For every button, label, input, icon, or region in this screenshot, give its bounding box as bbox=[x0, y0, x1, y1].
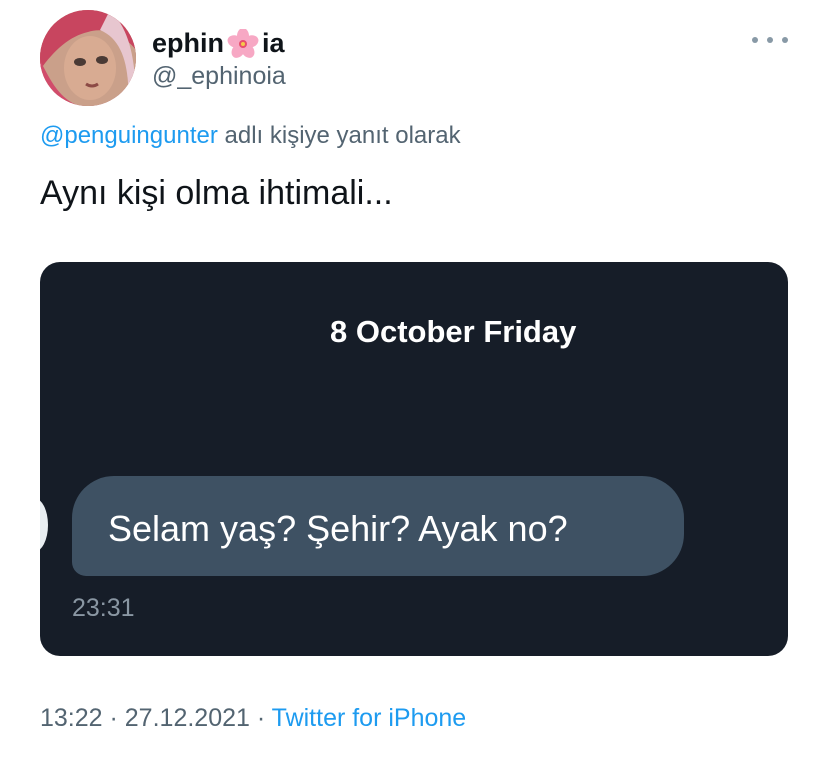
more-options-icon[interactable] bbox=[752, 30, 788, 50]
display-name-suffix: ia bbox=[262, 28, 285, 58]
reply-context: @penguingunter adlı kişiye yanıt olarak bbox=[40, 122, 461, 150]
tweet-date[interactable]: 27.12.2021 bbox=[125, 704, 250, 732]
chat-date-header: 8 October Friday bbox=[330, 314, 577, 349]
meta-separator: · bbox=[249, 704, 272, 732]
avatar[interactable] bbox=[40, 10, 136, 106]
display-name-prefix: ephin bbox=[152, 28, 224, 58]
reply-to-user-link[interactable]: @penguingunter bbox=[40, 122, 218, 149]
tweet-source-link[interactable]: Twitter for iPhone bbox=[272, 704, 467, 732]
display-name[interactable]: ephin ia bbox=[152, 27, 285, 59]
tweet-meta: 13:22 · 27.12.2021 · Twitter for iPhone bbox=[40, 704, 466, 733]
tweet-text: Aynı kişi olma ihtimali... bbox=[40, 174, 393, 212]
message-time: 23:31 bbox=[72, 594, 135, 622]
tweet-media-image[interactable]: 8 October Friday Selam yaş? Şehir? Ayak … bbox=[40, 262, 788, 656]
message-text: Selam yaş? Şehir? Ayak no? bbox=[108, 508, 568, 549]
cherry-blossom-icon bbox=[226, 27, 260, 59]
chat-avatar bbox=[40, 498, 48, 552]
user-handle[interactable]: @_ephinoia bbox=[152, 62, 286, 91]
meta-separator: · bbox=[102, 704, 125, 732]
reply-suffix-text: adlı kişiye yanıt olarak bbox=[217, 122, 461, 149]
tweet-time[interactable]: 13:22 bbox=[40, 704, 103, 732]
